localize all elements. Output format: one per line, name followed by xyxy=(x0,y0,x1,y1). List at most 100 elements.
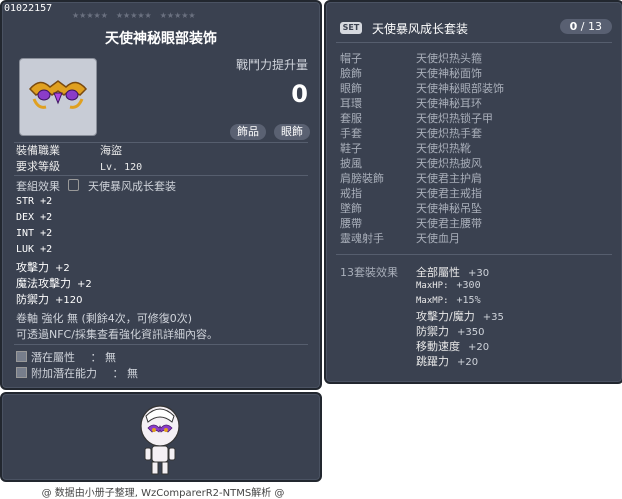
character-avatar-icon xyxy=(140,405,180,475)
star-group: ★★★★★ xyxy=(159,11,196,20)
star-force-rating: ★★★★★ ★★★★★ ★★★★★ xyxy=(72,11,262,20)
set-item-name: 天使神秘眼部装饰 xyxy=(416,82,504,95)
set-effect-value: 天使暴风成长套装 xyxy=(88,180,176,193)
set-item: 墜飾 天使神秘吊坠 xyxy=(340,200,482,216)
item-id: 01022157 xyxy=(4,3,53,14)
combat-power-label: 戰鬥力提升量 xyxy=(235,58,308,72)
footer-credit: @ 数据由小册子整理, WzComparerR2-NTMS解析 @ xyxy=(41,488,285,499)
set-badge: SET xyxy=(340,22,362,34)
bonus-potential-icon xyxy=(16,367,27,378)
set-bonus-value: +30 xyxy=(468,268,490,279)
potential-label: 潛在屬性 xyxy=(31,351,75,364)
set-bonus-name: 攻擊力/魔力 xyxy=(416,310,475,323)
set-item-name: 天使君主腰带 xyxy=(416,217,482,230)
stat-row: 防禦力 +120 xyxy=(16,291,82,307)
stat-row: STR +2 xyxy=(16,196,52,207)
set-bonus: 跳躍力 +20 xyxy=(416,353,478,369)
set-item-slot: 披風 xyxy=(340,157,362,170)
set-item: 套服 天使炽热锁子甲 xyxy=(340,110,493,126)
level-row: 要求等級 Lv. 120 xyxy=(16,158,142,174)
set-item-slot: 套服 xyxy=(340,112,362,125)
set-item-name: 天使血月 xyxy=(416,232,460,245)
set-bonus-name: MaxHP: xyxy=(416,281,449,291)
set-item: 披風 天使炽热披风 xyxy=(340,155,482,171)
subcategory-tag: 眼飾 xyxy=(274,124,310,140)
divider xyxy=(336,42,612,43)
bonus-potential-label: 附加潛在能力 xyxy=(31,367,97,380)
set-item: 眼飾 天使神秘眼部装饰 xyxy=(340,80,504,96)
avatar-preview xyxy=(0,392,322,482)
level-value: Lv. 120 xyxy=(100,162,143,173)
set-count-total: 13 xyxy=(588,20,602,33)
set-item-name: 天使炽热披风 xyxy=(416,157,482,170)
set-lock-icon xyxy=(67,179,79,191)
set-bonus-label: 13套裝效果 xyxy=(340,266,398,279)
set-bonus-value: +300 xyxy=(456,280,481,291)
set-item-name: 天使神秘面饰 xyxy=(416,67,482,80)
stat-name: 魔法攻擊力 xyxy=(16,277,71,290)
set-effect-label: 套組效果 xyxy=(16,180,60,193)
set-bonus-name: 全部屬性 xyxy=(416,266,460,279)
set-item-slot: 帽子 xyxy=(340,52,362,65)
set-item-slot: 臉飾 xyxy=(340,67,362,80)
set-bonus-name: 跳躍力 xyxy=(416,355,449,368)
set-item-slot: 腰帶 xyxy=(340,217,362,230)
set-item-slot: 眼飾 xyxy=(340,82,362,95)
set-item: 臉飾 天使神秘面饰 xyxy=(340,65,482,81)
set-item-name: 天使神秘吊坠 xyxy=(416,202,482,215)
stat-value: +120 xyxy=(55,295,83,306)
set-item: 肩膀裝飾 天使君主护肩 xyxy=(340,170,482,186)
set-item: 耳環 天使神秘耳环 xyxy=(340,95,482,111)
item-name: 天使神秘眼部装饰 xyxy=(105,31,217,47)
stat-name: 攻擊力 xyxy=(16,261,49,274)
category-tag: 飾品 xyxy=(230,124,266,140)
set-item-name: 天使炽热手套 xyxy=(416,127,482,140)
set-item-name: 天使炽热锁子甲 xyxy=(416,112,493,125)
set-bonus-value: +15% xyxy=(456,295,481,306)
set-item-slot: 手套 xyxy=(340,127,362,140)
set-item-slot: 戒指 xyxy=(340,187,362,200)
divider xyxy=(14,175,308,176)
stat-name: STR xyxy=(16,196,35,207)
stat-row: INT +2 xyxy=(16,228,52,239)
set-count: 0 / 13 xyxy=(559,19,612,34)
divider xyxy=(336,254,612,255)
set-item: 鞋子 天使炽热靴 xyxy=(340,140,471,156)
set-item: 腰帶 天使君主腰带 xyxy=(340,215,482,231)
potential-value: ： 無 xyxy=(90,351,117,364)
stat-row: DEX +2 xyxy=(16,212,52,223)
bonus-potential-row: 附加潛在能力 ： 無 xyxy=(16,365,138,381)
set-item-slot: 靈魂射手 xyxy=(340,232,384,245)
set-item-slot: 肩膀裝飾 xyxy=(340,172,384,185)
divider xyxy=(14,344,308,345)
nfc-info: 可透過NFC/採集查看強化資訊詳細內容。 xyxy=(16,328,218,341)
eye-accessory-icon xyxy=(28,80,88,109)
set-bonus: 全部屬性 +30 xyxy=(416,264,489,280)
stat-name: INT xyxy=(16,228,35,239)
stat-value: +2 xyxy=(40,196,53,207)
bonus-potential-value: ： 無 xyxy=(112,367,139,380)
level-label: 要求等級 xyxy=(16,160,60,173)
set-item-slot: 耳環 xyxy=(340,97,362,110)
set-bonus: 移動速度 +20 xyxy=(416,338,489,354)
stat-name: 防禦力 xyxy=(16,293,49,306)
job-label: 裝備職業 xyxy=(16,144,60,157)
set-item-name: 天使君主戒指 xyxy=(416,187,482,200)
item-tooltip: 01022157 ★★★★★ ★★★★★ ★★★★★ 天使神秘眼部装饰 戰鬥力提… xyxy=(0,0,322,390)
set-item-slot: 墜飾 xyxy=(340,202,362,215)
stat-name: DEX xyxy=(16,212,35,223)
set-effect-row: 套組效果 天使暴风成长套装 xyxy=(16,178,176,194)
star-group: ★★★★★ xyxy=(72,11,108,20)
set-bonus: MaxHP: +300 xyxy=(416,280,481,291)
set-bonus: 攻擊力/魔力 +35 xyxy=(416,308,504,324)
upgrade-info: 卷軸 強化 無 (剩餘4次，可修復0次) xyxy=(16,312,193,325)
set-item: 靈魂射手 天使血月 xyxy=(340,230,460,246)
set-bonus-name: 防禦力 xyxy=(416,325,449,338)
stat-row: 攻擊力 +2 xyxy=(16,259,70,275)
stat-value: +2 xyxy=(40,212,53,223)
star-group: ★★★★★ xyxy=(115,11,152,20)
set-item-slot: 鞋子 xyxy=(340,142,362,155)
stat-row: 魔法攻擊力 +2 xyxy=(16,275,92,291)
set-item: 帽子 天使炽热头箍 xyxy=(340,50,482,66)
job-row: 裝備職業 海盜 xyxy=(16,142,122,158)
